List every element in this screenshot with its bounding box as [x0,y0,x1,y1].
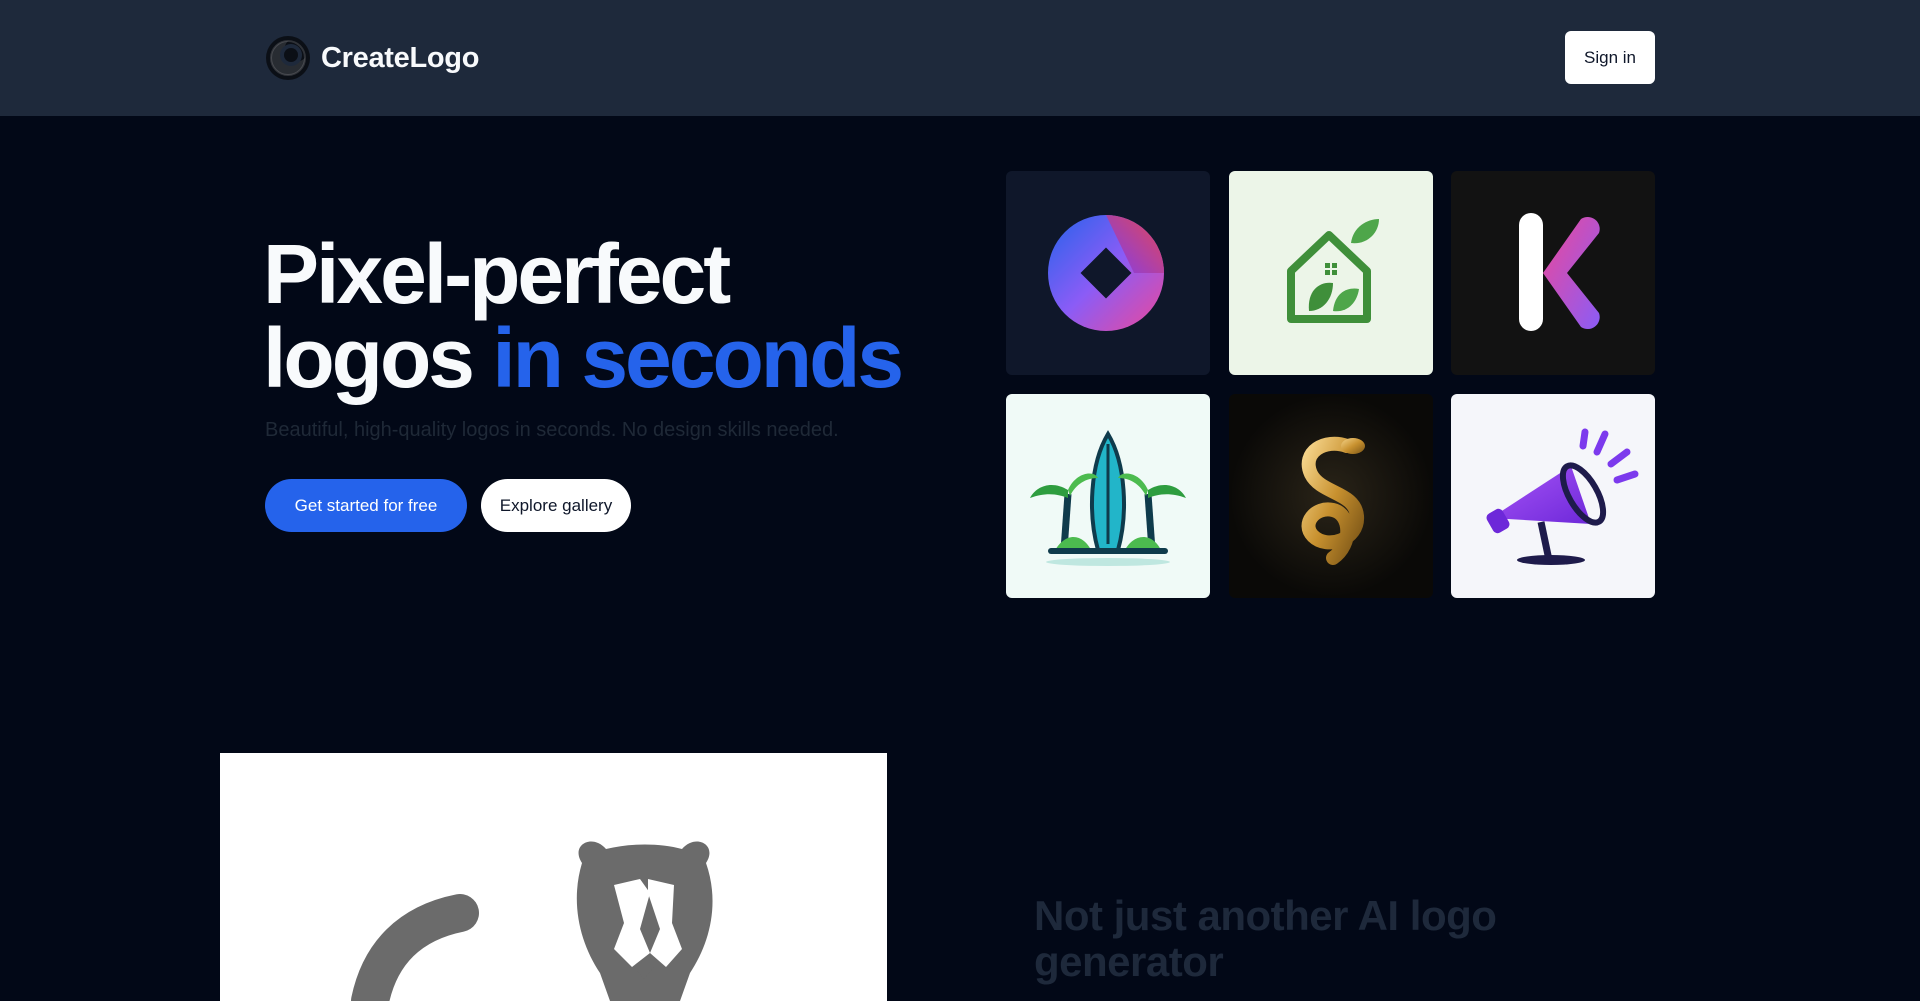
palm-surfboard-logo-icon [1030,430,1186,566]
megaphone-logo-tile[interactable] [1451,394,1655,598]
explore-gallery-button[interactable]: Explore gallery [481,479,631,532]
cheetah-logo-preview [220,753,887,1001]
hero-title-accent: in seconds [492,311,904,405]
hero-title-line1: Pixel-perfect [263,227,731,321]
leaf-house-logo-icon [1287,219,1379,323]
golden-snake-logo-icon [1301,436,1365,565]
gradient-loop-logo-tile[interactable] [1006,171,1210,375]
brand-name: CreateLogo [321,41,480,74]
palm-surfboard-logo-tile[interactable] [1006,394,1210,598]
cheetah-icon [351,841,713,1001]
hero-title: Pixel-perfect logos in seconds [263,232,963,400]
crescent-logo-icon [266,36,310,80]
top-navbar: CreateLogo Sign in [0,0,1920,116]
brand-logo-link[interactable]: CreateLogo [265,34,479,82]
gradient-loop-logo-icon [1048,215,1164,331]
letter-k-logo-icon [1519,213,1600,331]
megaphone-logo-icon [1486,428,1639,565]
feature-section-title: Not just another AI logo generator [1034,892,1497,985]
hero-subtitle: Beautiful, high-quality logos in seconds… [265,419,839,441]
hero-title-line2: logos [263,311,493,405]
letter-k-logo-tile[interactable] [1451,171,1655,375]
golden-snake-logo-tile[interactable] [1229,394,1433,598]
leaf-house-logo-tile[interactable] [1229,171,1433,375]
get-started-button[interactable]: Get started for free [265,479,467,532]
sign-in-button[interactable]: Sign in [1565,31,1655,84]
